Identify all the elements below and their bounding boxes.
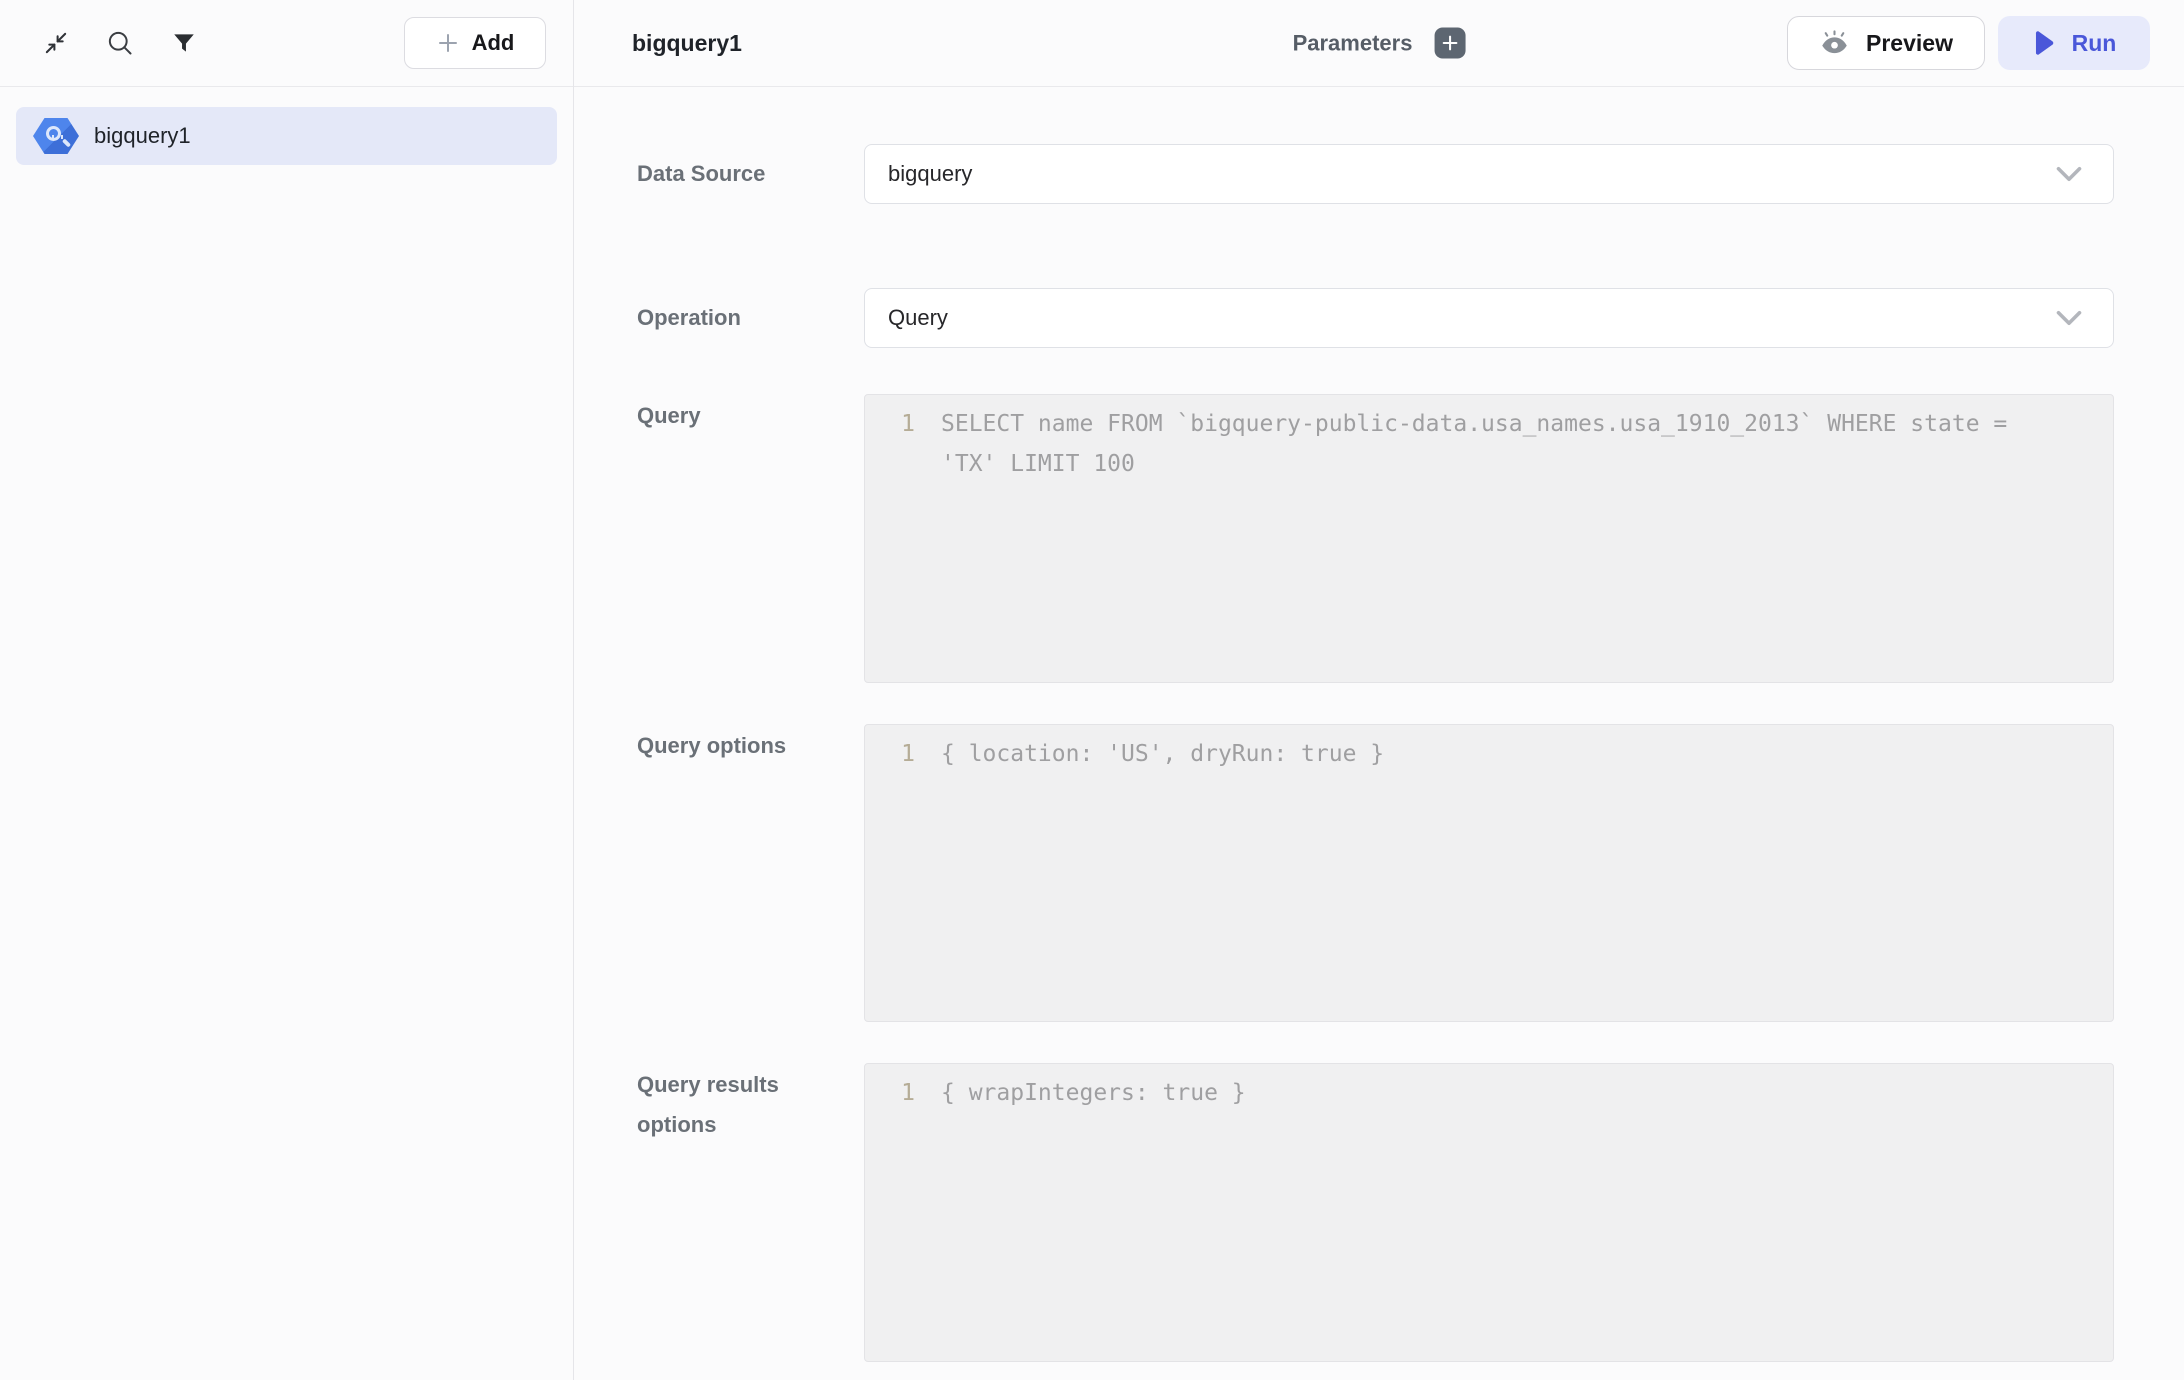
plus-icon	[1440, 34, 1459, 53]
query-options-placeholder: { location: 'US', dryRun: true }	[941, 734, 1384, 774]
query-list-sidebar: Add bigquery1	[0, 0, 574, 1380]
data-source-value: bigquery	[888, 161, 972, 187]
add-parameter-button[interactable]	[1434, 28, 1465, 59]
header-actions: Preview Run	[1787, 16, 2150, 70]
add-button-label: Add	[472, 30, 515, 56]
query-placeholder: SELECT name FROM `bigquery-public-data.u…	[941, 404, 2031, 484]
operation-label: Operation	[637, 298, 864, 338]
query-editor-panel: bigquery1 Parameters	[574, 0, 2184, 1380]
query-results-options-label: Query results options	[637, 1063, 864, 1145]
data-source-label: Data Source	[637, 154, 864, 194]
bigquery-icon	[32, 115, 80, 157]
line-number: 1	[865, 734, 915, 774]
operation-select[interactable]: Query	[864, 288, 2114, 348]
sidebar-toolbar: Add	[0, 0, 573, 87]
query-results-options-row: Query results options 1 { wrapIntegers: …	[637, 1063, 2114, 1362]
query-title: bigquery1	[632, 30, 742, 57]
play-icon	[2032, 30, 2056, 56]
query-results-options-placeholder: { wrapIntegers: true }	[941, 1073, 1246, 1113]
query-code-editor[interactable]: 1 SELECT name FROM `bigquery-public-data…	[864, 394, 2114, 683]
line-number: 1	[865, 1073, 915, 1113]
filter-icon	[171, 30, 197, 56]
query-results-options-code-editor[interactable]: 1 { wrapIntegers: true }	[864, 1063, 2114, 1362]
run-button[interactable]: Run	[1998, 16, 2150, 70]
query-item-label: bigquery1	[94, 123, 191, 149]
collapse-sidebar-button[interactable]	[36, 23, 76, 63]
add-query-button[interactable]: Add	[404, 17, 546, 69]
parameters-group: Parameters	[1293, 28, 1466, 59]
operation-row: Operation Query	[637, 288, 2114, 348]
run-button-label: Run	[2072, 30, 2117, 57]
query-list-item-bigquery1[interactable]: bigquery1	[16, 107, 557, 165]
query-row: Query 1 SELECT name FROM `bigquery-publi…	[637, 394, 2114, 683]
data-source-row: Data Source bigquery	[637, 144, 2114, 204]
data-source-select[interactable]: bigquery	[864, 144, 2114, 204]
query-options-row: Query options 1 { location: 'US', dryRun…	[637, 724, 2114, 1022]
query-options-code-editor[interactable]: 1 { location: 'US', dryRun: true }	[864, 724, 2114, 1022]
search-icon	[106, 29, 134, 57]
line-number: 1	[865, 404, 915, 444]
operation-value: Query	[888, 305, 948, 331]
collapse-icon	[42, 29, 70, 57]
query-options-label: Query options	[637, 724, 864, 766]
preview-button[interactable]: Preview	[1787, 16, 1985, 70]
parameters-label: Parameters	[1293, 30, 1413, 56]
query-editor-header: bigquery1 Parameters	[574, 0, 2184, 87]
filter-queries-button[interactable]	[164, 23, 204, 63]
chevron-down-icon	[2051, 163, 2087, 185]
query-label: Query	[637, 394, 864, 436]
query-config-form: Data Source bigquery Operation	[574, 87, 2184, 1362]
plus-icon	[436, 31, 460, 55]
chevron-down-icon	[2051, 307, 2087, 329]
app-window: Add bigquery1 bigquery1 Parameters	[0, 0, 2184, 1380]
preview-button-label: Preview	[1866, 30, 1953, 57]
search-queries-button[interactable]	[100, 23, 140, 63]
eye-icon	[1819, 30, 1850, 56]
query-list: bigquery1	[0, 87, 573, 185]
